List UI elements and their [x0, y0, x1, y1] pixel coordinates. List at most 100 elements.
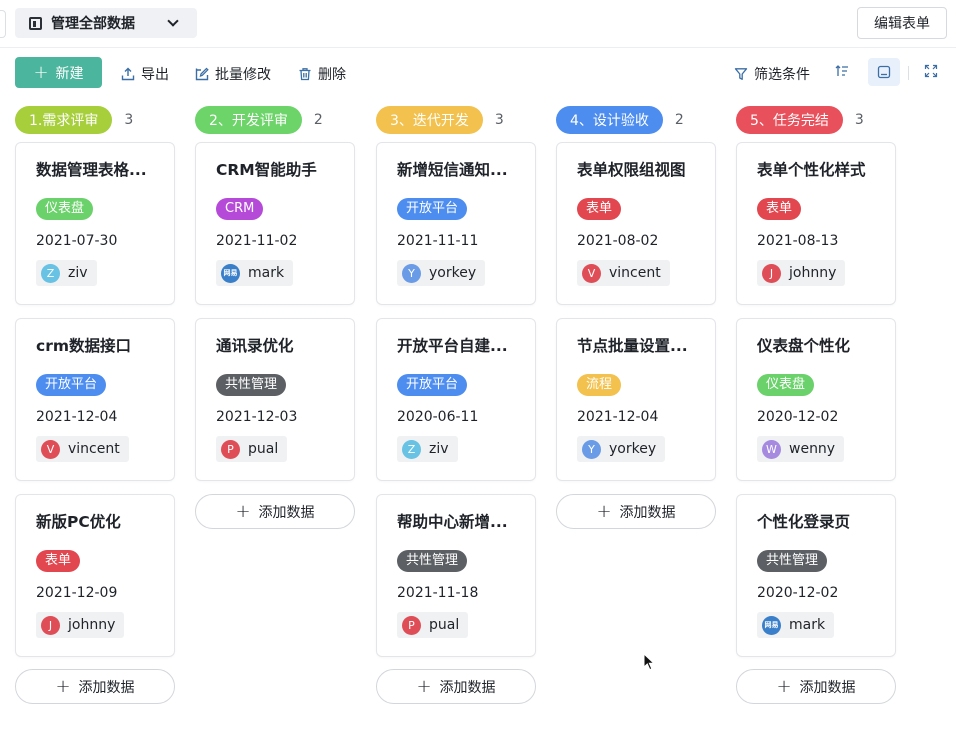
category-tag: 表单	[577, 198, 622, 220]
toolbar: + 新建 导出 批量修改 删除 筛选条件	[0, 56, 956, 90]
add-data-label: 添加数据	[439, 679, 496, 696]
filter-label: 筛选条件	[754, 67, 810, 83]
filter-button[interactable]: 筛选条件	[734, 64, 810, 84]
board-icon	[29, 16, 42, 30]
user-chip[interactable]: Vvincent	[577, 260, 670, 286]
user-chip[interactable]: Zziv	[36, 260, 97, 286]
delete-label: 删除	[318, 67, 346, 83]
batch-edit-button[interactable]: 批量修改	[195, 64, 271, 84]
category-tag: 开放平台	[397, 198, 468, 220]
stage-label[interactable]: 3、迭代开发	[376, 106, 483, 134]
category-tag: 开放平台	[397, 374, 468, 396]
user-chip[interactable]: 网易 mark	[757, 612, 835, 638]
stage-label[interactable]: 1.需求评审	[15, 106, 113, 134]
stage-label[interactable]: 5、任务完结	[736, 106, 843, 134]
user-name: ziv	[68, 265, 88, 281]
sort-icon	[835, 64, 849, 78]
add-data-label: 添加数据	[258, 504, 315, 521]
board-column: 1.需求评审 3 数据管理表格... 仪表盘 2021-07-30 Zziv crm数据接口…	[15, 105, 175, 725]
add-data-button[interactable]: + 添加数据	[556, 494, 716, 529]
top-bar: 管理全部数据 编辑表单	[0, 0, 956, 48]
add-data-button[interactable]: + 添加数据	[15, 669, 175, 704]
toolbar-divider	[908, 66, 909, 80]
plus-icon: +	[33, 61, 49, 83]
user-chip[interactable]: Vvincent	[36, 436, 129, 462]
user-chip[interactable]: Wwenny	[757, 436, 845, 462]
column-count: 3	[854, 112, 864, 128]
category-tag: 流程	[577, 374, 622, 396]
card-view-button[interactable]	[868, 58, 900, 86]
user-chip[interactable]: Ppual	[397, 612, 469, 638]
collapsed-panel-edge[interactable]	[0, 10, 6, 38]
export-icon	[121, 67, 135, 81]
card-title: 新版PC优化	[36, 513, 121, 531]
fullscreen-button[interactable]	[924, 64, 944, 78]
user-chip[interactable]: Jjohnny	[757, 260, 846, 286]
card-date: 2021-12-09	[36, 585, 118, 601]
avatar: Z	[41, 263, 60, 283]
card-view-icon	[877, 65, 891, 79]
category-tag: 表单	[757, 198, 802, 220]
avatar: J	[41, 615, 60, 635]
batch-edit-label: 批量修改	[215, 67, 271, 83]
new-button[interactable]: + 新建	[15, 57, 102, 88]
card-date: 2021-12-04	[36, 409, 118, 425]
column-header: 1.需求评审 3	[15, 105, 175, 135]
plus-icon: +	[776, 675, 792, 697]
add-data-button[interactable]: + 添加数据	[195, 494, 355, 529]
card-date: 2021-08-13	[757, 233, 839, 249]
add-data-label: 添加数据	[799, 679, 856, 696]
trash-icon	[298, 67, 312, 81]
edit-form-button[interactable]: 编辑表单	[857, 7, 947, 39]
user-chip[interactable]: Jjohnny	[36, 612, 125, 638]
user-name: vincent	[609, 265, 661, 281]
record-card[interactable]: 表单权限组视图 表单 2021-08-02 Vvincent	[556, 142, 716, 305]
export-button[interactable]: 导出	[121, 64, 169, 84]
plus-icon: +	[55, 675, 71, 697]
card-date: 2021-11-11	[397, 233, 479, 249]
card-date: 2021-11-18	[397, 585, 479, 601]
avatar: Z	[402, 439, 421, 459]
category-tag: 仪表盘	[36, 198, 94, 220]
record-card[interactable]: 数据管理表格... 仪表盘 2021-07-30 Zziv	[15, 142, 175, 305]
record-card[interactable]: 表单个性化样式 表单 2021-08-13 Jjohnny	[736, 142, 896, 305]
category-tag: 表单	[36, 550, 81, 572]
record-card[interactable]: CRM智能助手 CRM 2021-11-02 网易 mark	[195, 142, 355, 305]
avatar: P	[221, 439, 240, 459]
sort-button[interactable]	[835, 64, 855, 78]
edit-icon	[195, 67, 209, 81]
record-card[interactable]: 通讯录优化 共性管理 2021-12-03 Ppual	[195, 318, 355, 481]
user-name: mark	[248, 265, 285, 281]
card-date: 2021-12-03	[216, 409, 298, 425]
record-card[interactable]: 仪表盘个性化 仪表盘 2020-12-02 Wwenny	[736, 318, 896, 481]
card-title: 个性化登录页	[757, 513, 851, 531]
user-chip[interactable]: Ppual	[216, 436, 288, 462]
user-chip[interactable]: 网易 mark	[216, 260, 294, 286]
card-title: CRM智能助手	[216, 161, 317, 179]
record-card[interactable]: crm数据接口 开放平台 2021-12-04 Vvincent	[15, 318, 175, 481]
add-data-button[interactable]: + 添加数据	[736, 669, 896, 704]
avatar: V	[582, 263, 601, 283]
stage-label[interactable]: 4、设计验收	[556, 106, 663, 134]
record-card[interactable]: 开放平台自建... 开放平台 2020-06-11 Zziv	[376, 318, 536, 481]
user-chip[interactable]: Yyorkey	[577, 436, 666, 462]
stage-label[interactable]: 2、开发评审	[195, 106, 302, 134]
add-data-button[interactable]: + 添加数据	[376, 669, 536, 704]
record-card[interactable]: 新增短信通知... 开放平台 2021-11-11 Yyorkey	[376, 142, 536, 305]
record-card[interactable]: 新版PC优化表单 2021-12-09 Jjohnny	[15, 494, 175, 657]
mouse-cursor-icon	[643, 653, 655, 671]
card-title: 开放平台自建...	[397, 337, 508, 355]
avatar: V	[41, 439, 60, 459]
plus-icon: +	[596, 500, 612, 522]
card-title: 表单权限组视图	[577, 161, 686, 179]
user-chip[interactable]: Yyorkey	[397, 260, 486, 286]
user-chip[interactable]: Zziv	[397, 436, 458, 462]
card-title: 仪表盘个性化	[757, 337, 851, 355]
delete-button[interactable]: 删除	[298, 64, 346, 84]
category-tag: 共性管理	[216, 374, 287, 396]
record-card[interactable]: 节点批量设置... 流程 2021-12-04 Yyorkey	[556, 318, 716, 481]
record-card[interactable]: 帮助中心新增... 共性管理 2021-11-18 Ppual	[376, 494, 536, 657]
avatar: P	[402, 615, 421, 635]
record-card[interactable]: 个性化登录页 共性管理 2020-12-02 网易 mark	[736, 494, 896, 657]
view-selector[interactable]: 管理全部数据	[15, 8, 197, 38]
